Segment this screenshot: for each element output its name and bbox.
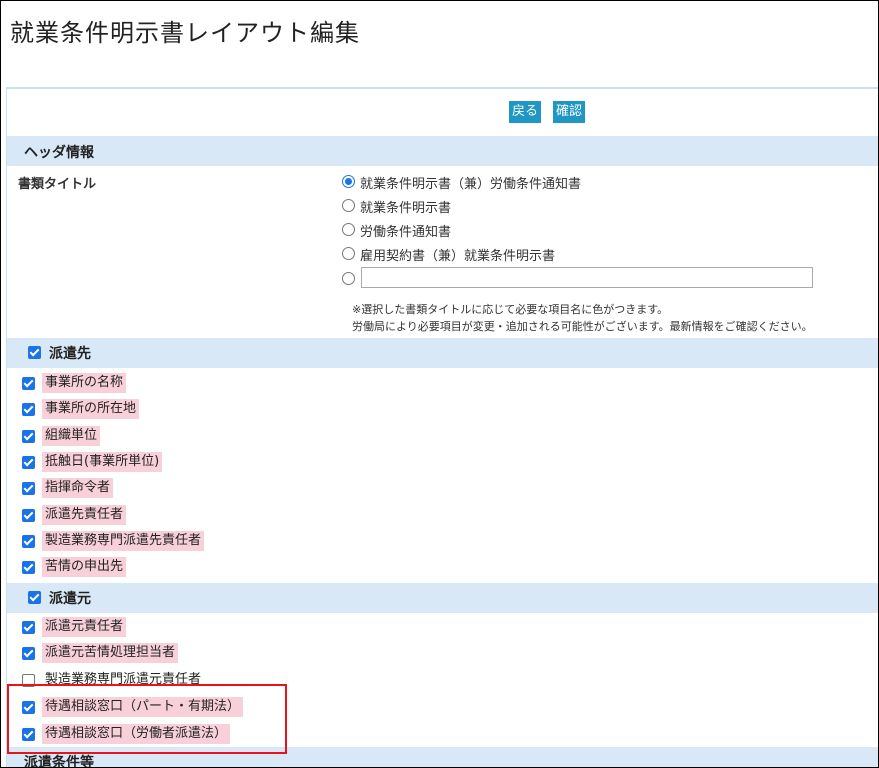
radio-button[interactable] (342, 223, 355, 236)
section-title: 派遣先 (49, 346, 91, 362)
confirm-button[interactable]: 確認 (553, 101, 586, 123)
list-item: 事業所の名称 (7, 371, 878, 397)
option-label: 就業条件明示書（兼）労働条件通知書 (360, 177, 582, 192)
item-label: 待遇相談窓口（労働者派遣法） (42, 724, 231, 744)
section-checkbox[interactable] (28, 346, 41, 359)
radio-button[interactable] (342, 272, 355, 285)
list-item: 事業所の所在地 (7, 397, 878, 423)
item-label: 派遣元苦情処理担当者 (42, 643, 179, 663)
section-destination: 派遣先 (7, 338, 878, 368)
item-label: 事業所の名称 (42, 373, 127, 393)
option-label: 雇用契約書（兼）就業条件明示書 (360, 249, 556, 264)
list-item: 抵触日(事業所単位) (7, 450, 878, 476)
item-label: 派遣元責任者 (42, 617, 127, 637)
option-label: 労働条件通知書 (360, 225, 452, 240)
note-text: 労働局により必要項目が変更・追加される可能性がございます。最新情報をご確認くださ… (352, 320, 813, 333)
layout-editor-panel: 戻る 確認 ヘッダ情報 書類タイトル 就業条件明示書（兼）労働条件通知書 就業条… (6, 87, 878, 768)
radio-button[interactable] (342, 247, 355, 260)
item-label: 指揮命令者 (42, 478, 114, 498)
item-checkbox[interactable] (22, 535, 35, 548)
option-label: 就業条件明示書 (360, 201, 452, 216)
list-item: 製造業務専門派遣元責任者 (7, 668, 878, 694)
list-item: 派遣先責任者 (7, 503, 878, 529)
item-checkbox[interactable] (22, 377, 35, 390)
section-conditions: 派遣条件等 (7, 747, 878, 768)
item-label: 製造業務専門派遣元責任者 (45, 672, 202, 687)
custom-title-input[interactable] (361, 267, 813, 288)
list-item: 苦情の申出先 (7, 555, 878, 581)
back-button[interactable]: 戻る (509, 101, 542, 123)
section-title: 派遣条件等 (24, 755, 94, 768)
item-checkbox[interactable] (22, 430, 35, 443)
item-label: 待遇相談窓口（パート・有期法） (42, 697, 244, 717)
radio-button[interactable] (342, 175, 355, 188)
list-item: 組織単位 (7, 424, 878, 450)
doc-title-label: 書類タイトル (18, 177, 97, 192)
item-checkbox[interactable] (22, 647, 35, 660)
section-title: 派遣元 (49, 591, 91, 607)
item-checkbox[interactable] (22, 674, 35, 687)
item-checkbox[interactable] (22, 561, 35, 574)
item-label: 抵触日(事業所単位) (42, 452, 163, 472)
section-title: ヘッダ情報 (24, 145, 94, 161)
item-checkbox[interactable] (22, 403, 35, 416)
item-label: 製造業務専門派遣先責任者 (42, 531, 205, 551)
item-label: 派遣先責任者 (42, 505, 127, 525)
item-checkbox[interactable] (22, 456, 35, 469)
page-title: 就業条件明示書レイアウト編集 (10, 19, 360, 47)
list-item: 派遣元責任者 (7, 615, 878, 641)
note-text: ※選択した書類タイトルに応じて必要な項目名に色がつきます。 (352, 303, 669, 316)
list-item: 待遇相談窓口（パート・有期法） (7, 695, 878, 721)
section-header-info: ヘッダ情報 (7, 136, 878, 166)
item-checkbox[interactable] (22, 701, 35, 714)
item-checkbox[interactable] (22, 728, 35, 741)
item-label: 組織単位 (42, 426, 101, 446)
list-item: 派遣元苦情処理担当者 (7, 641, 878, 667)
list-item: 指揮命令者 (7, 476, 878, 502)
item-checkbox[interactable] (22, 482, 35, 495)
list-item: 待遇相談窓口（労働者派遣法） (7, 722, 878, 748)
radio-button[interactable] (342, 199, 355, 212)
item-checkbox[interactable] (22, 621, 35, 634)
list-item: 製造業務専門派遣先責任者 (7, 529, 878, 555)
section-checkbox[interactable] (28, 591, 41, 604)
item-label: 事業所の所在地 (42, 399, 140, 419)
section-source: 派遣元 (7, 583, 878, 613)
window-frame: 就業条件明示書レイアウト編集 戻る 確認 ヘッダ情報 書類タイトル 就業条件明示… (0, 0, 879, 768)
item-label: 苦情の申出先 (42, 557, 127, 577)
item-checkbox[interactable] (22, 509, 35, 522)
